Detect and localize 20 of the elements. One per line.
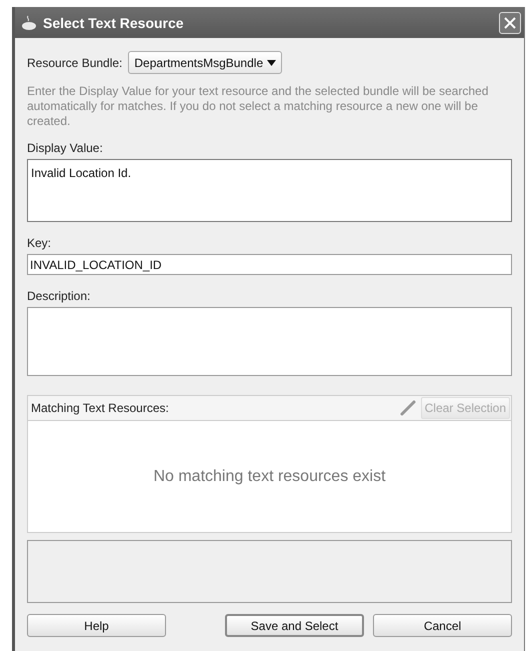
text-area-field[interactable] (27, 307, 512, 376)
dialog-button[interactable]: Save and Select (225, 614, 364, 637)
close-icon (503, 16, 517, 30)
input-field[interactable]: INVALID_LOCATION_ID (27, 254, 512, 275)
caret-icon (267, 60, 276, 66)
pencil-icon (398, 399, 417, 417)
field-label: Description: (27, 289, 92, 303)
field-label: Display Value: (27, 141, 104, 155)
bundle-dropdown[interactable]: DepartmentsMsgBundle (128, 51, 282, 74)
field-label: Key: (27, 236, 52, 250)
cup-icon (21, 14, 37, 30)
instructions-text: Enter the Display Value for your text resource and the selected bundle will be searched automatically for matches. If you do not select a matching resource a new one will be created. (27, 84, 490, 129)
dialog-button[interactable]: Cancel (373, 614, 512, 637)
panel-title: Matching Text Resources: (31, 401, 170, 415)
dialog-button[interactable]: Help (27, 614, 166, 637)
close-button[interactable] (499, 12, 521, 34)
field-label: Resource Bundle: (27, 56, 122, 70)
text-area-field[interactable]: Invalid Location Id. (27, 159, 512, 222)
empty-message: No matching text resources exist (153, 468, 386, 486)
window-title: Select Text Resource (43, 14, 185, 30)
